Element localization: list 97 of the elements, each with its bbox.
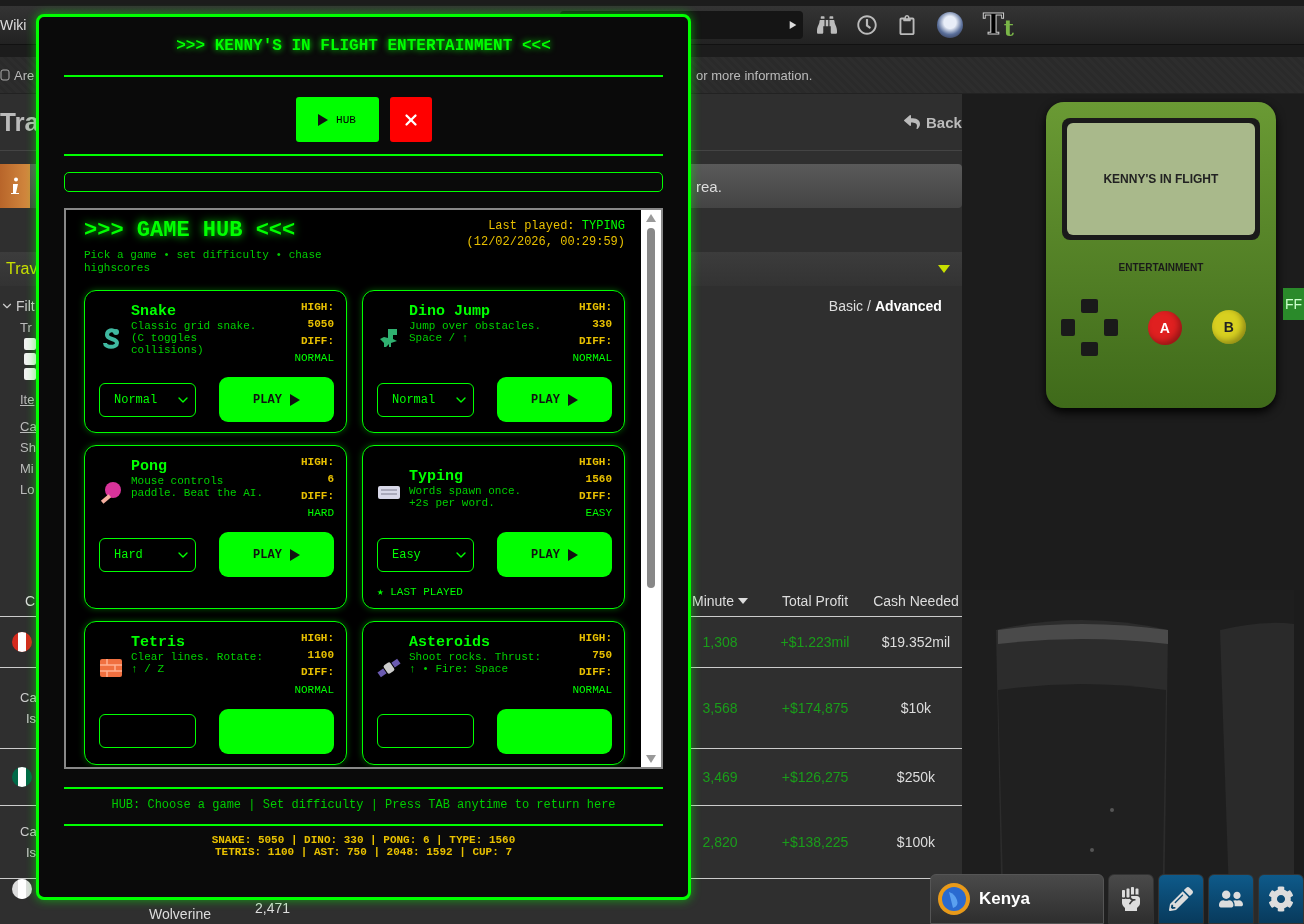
table-cell-text: 2,471 (254, 901, 292, 915)
game-description: Clear lines. Rotate: ↑ / Z (131, 651, 265, 676)
game-title: Dino Jump (409, 303, 491, 320)
stat-value: 750 (592, 648, 612, 664)
console-screen: KENNY'S IN FLIGHT (1066, 123, 1255, 235)
site-logo[interactable]: Tt (983, 11, 1014, 39)
game-description: Mouse controls paddle. Beat the AI. (131, 475, 265, 500)
stat-value: 330 (592, 317, 612, 333)
difficulty-select[interactable]: Normal (377, 382, 474, 417)
notice-text: or more information. (696, 67, 813, 83)
stat-label: DIFF: (301, 489, 334, 505)
table-cell-text: Wolverine (148, 907, 212, 921)
stat-value: 1100 (307, 648, 334, 664)
column-header[interactable]: Cash Needed (870, 593, 962, 609)
view-option[interactable]: Advanced (874, 298, 942, 316)
view-option[interactable]: Basic (828, 298, 864, 316)
side-tab[interactable]: FF (1282, 288, 1304, 320)
last-played-label: ★ LAST PLAYED (377, 585, 464, 599)
last-played: Last played: TYPING (12/02/2026, 00:29:59) (465, 218, 625, 252)
difficulty-select[interactable]: Normal (99, 382, 196, 417)
filter-link[interactable]: Ca (20, 419, 37, 434)
stat-value: NORMAL (294, 682, 334, 698)
difficulty-select[interactable]: Easy (377, 537, 474, 572)
play-button[interactable]: PLAY (497, 377, 612, 423)
notice-text: Are (14, 67, 35, 83)
table-cell-text: +$1.223mil (779, 634, 851, 650)
help-text: HUB: Choose a game | Set difficulty | Press TAB anytime to return here (64, 787, 663, 826)
game-title: Asteroids (409, 634, 491, 652)
difficulty-select[interactable]: Hard (99, 537, 196, 572)
table-cell-text: 3,568 (701, 700, 739, 716)
stat-value: HARD (307, 506, 334, 522)
filter-label: Tr (20, 320, 33, 335)
panel-title: >>> KENNY'S IN FLIGHT ENTERTAINMENT <<< (64, 17, 663, 77)
filter-label: Lo (20, 482, 36, 497)
stat-label: HIGH: (579, 455, 612, 471)
filter-link[interactable]: Ite (20, 392, 37, 407)
stat-value: EASY (585, 506, 612, 522)
back-link[interactable]: Back (904, 113, 962, 131)
console-button[interactable]: A (1147, 310, 1182, 345)
table-cell-text: +$126,275 (780, 769, 850, 785)
table-cell-text: Is (25, 845, 38, 860)
hub-title: >>> GAME HUB <<< (84, 218, 297, 243)
stat-value: NORMAL (572, 682, 612, 698)
play-button[interactable]: PLAY (219, 532, 334, 578)
game-description: Words spawn once. +2s per word. (409, 485, 523, 510)
play-button[interactable]: PLAY (219, 377, 334, 423)
hub-subtitle: Pick a game • set difficulty • chase highscores (84, 249, 323, 276)
table-cell-text: Ca (20, 824, 38, 839)
table-cell-text: $250k (895, 769, 936, 785)
table-cell-text: +$174,875 (780, 700, 850, 716)
info-text: rea. (696, 177, 722, 195)
table-cell-text: $10k (899, 700, 933, 716)
table-cell-text: +$138,225 (780, 834, 850, 850)
stat-label: HIGH: (301, 300, 334, 315)
game-description: Classic grid snake. (C toggles collisions) (131, 320, 258, 357)
stat-label: DIFF: (301, 334, 334, 350)
game-title: Snake (131, 303, 177, 320)
stat-label: DIFF: (301, 665, 334, 681)
console-button[interactable]: B (1211, 309, 1246, 344)
player-button[interactable]: Kenya (930, 874, 1104, 924)
column-header[interactable]: Minute (680, 593, 760, 609)
stat-label: HIGH: (579, 300, 612, 315)
column-header[interactable]: Total Profit (760, 593, 870, 609)
stat-value: 1560 (585, 472, 612, 488)
stat-value: NORMAL (572, 351, 612, 367)
game-title: Tetris (131, 634, 186, 652)
score-summary: SNAKE: 5050 | DINO: 330 | PONG: 6 | TYPE: 1560 (211, 833, 516, 846)
stat-label: HIGH: (301, 631, 334, 647)
filter-label: Mi (20, 461, 35, 476)
game-description: Jump over obstacles. Space / ↑ (409, 320, 543, 345)
stat-value: NORMAL (294, 351, 334, 367)
play-button[interactable]: PLAY (497, 532, 612, 578)
stat-label: HIGH: (301, 455, 334, 471)
stat-label: HIGH: (579, 631, 612, 647)
game-description: Shoot rocks. Thrust: ↑ • Fire: Space (409, 651, 543, 676)
filter-toggle[interactable]: Filt (0, 298, 37, 314)
game-title: Typing (409, 468, 464, 486)
table-cell-text: 3,469 (701, 769, 739, 785)
view-separator: / (867, 298, 871, 316)
hub-button[interactable]: HUB (295, 97, 379, 142)
table-cell-text: 1,308 (701, 634, 739, 650)
score-summary: TETRIS: 1100 | AST: 750 | 2048: 1592 | CUP: 7 (214, 845, 513, 858)
stat-label: DIFF: (579, 665, 612, 681)
wiki-link[interactable]: Wiki (0, 17, 40, 33)
section-title: Trav (5, 260, 38, 278)
stat-value: 5050 (307, 317, 334, 333)
table-cell-text: $19.352mil (880, 634, 952, 650)
table-cell-text: $100k (895, 834, 936, 850)
stat-label: DIFF: (579, 334, 612, 350)
stat-label: DIFF: (579, 489, 612, 505)
table-cell-text: Is (25, 711, 38, 726)
filter-label: Sh (20, 440, 37, 455)
stat-value: 6 (327, 472, 334, 488)
table-cell-text: Ca (20, 690, 38, 705)
table-cell-text: 2,820 (701, 834, 739, 850)
console-label: ENTERTAINMENT (1118, 262, 1204, 273)
game-title: Pong (131, 458, 168, 476)
